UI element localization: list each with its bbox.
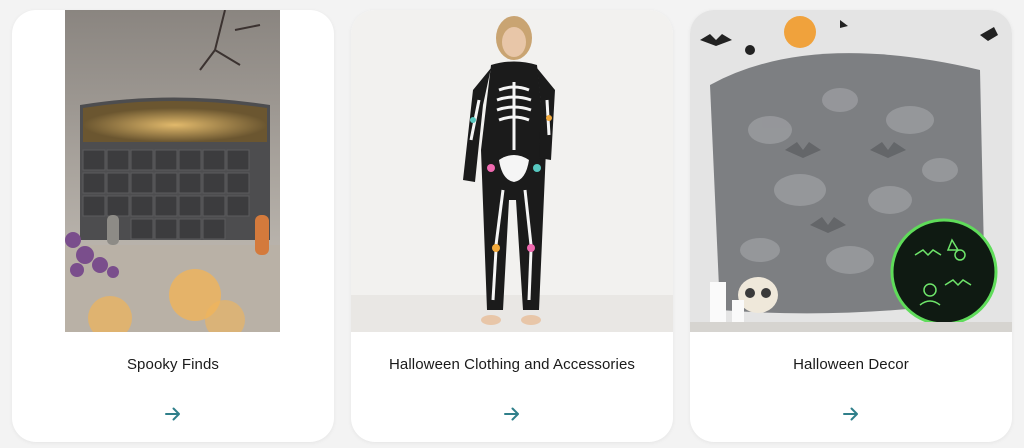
arrow-right-icon[interactable] [837, 402, 865, 426]
arrow-right-icon[interactable] [159, 402, 187, 426]
card-image-glow-blanket[interactable] [690, 10, 1012, 332]
card-title[interactable]: Spooky Finds [12, 356, 334, 373]
card-title[interactable]: Halloween Decor [690, 356, 1012, 373]
arrow-right-icon[interactable] [498, 402, 526, 426]
card-image-skeleton-jumpsuit[interactable] [351, 10, 673, 332]
category-card-halloween-decor[interactable]: Halloween Decor [690, 10, 1012, 442]
card-title[interactable]: Halloween Clothing and Accessories [351, 356, 673, 373]
category-card-spooky-finds[interactable]: Spooky Finds [12, 10, 334, 442]
category-card-halloween-clothing[interactable]: Halloween Clothing and Accessories [351, 10, 673, 442]
card-image-advent-calendar[interactable] [65, 10, 280, 332]
